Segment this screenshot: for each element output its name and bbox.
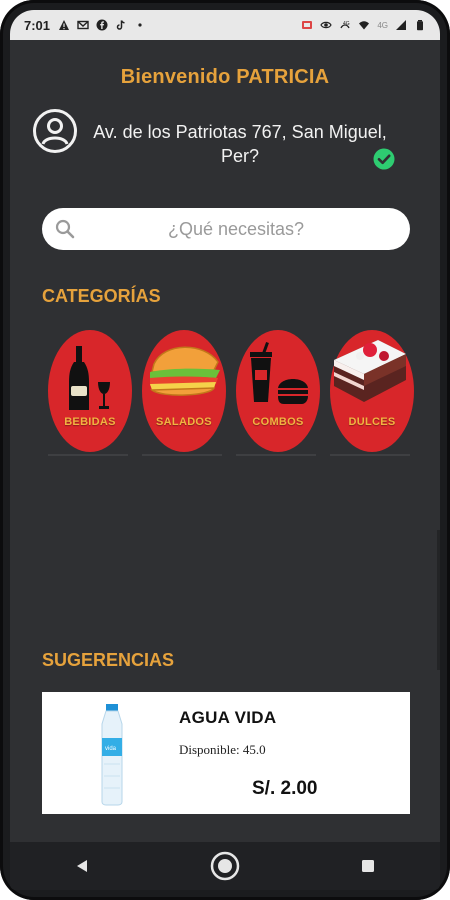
cast-icon (302, 21, 313, 29)
wifi-icon (359, 21, 370, 30)
home-button[interactable] (205, 846, 245, 886)
wine-bottle-icon (69, 346, 110, 410)
category-label: BEBIDAS (64, 416, 116, 428)
wifi-calling-icon: 4G (340, 21, 350, 29)
network-label: 4G (377, 20, 388, 30)
status-right-icons: 4G 4G (301, 19, 426, 31)
svg-text:vida: vida (105, 746, 117, 752)
product-price: S/. 2.00 (252, 778, 318, 799)
recents-button[interactable] (348, 846, 388, 886)
gmail-icon (77, 20, 89, 30)
water-bottle-image: vida (101, 704, 123, 806)
back-triangle-icon (76, 860, 87, 872)
tiktok-icon (116, 20, 125, 30)
facebook-icon (96, 19, 108, 31)
categories-list: BEBIDAS SALADOS COMBOS DULCES (42, 330, 422, 460)
category-bebidas[interactable]: BEBIDAS (48, 330, 132, 452)
status-left-icons (58, 19, 146, 31)
product-availability: Disponible: 45.0 (179, 742, 266, 757)
categories-title: CATEGORÍAS (42, 286, 161, 306)
battery-icon (417, 20, 423, 31)
warning-icon (59, 20, 70, 30)
svg-text:4G: 4G (343, 21, 350, 27)
status-bar: 7:01 4G 4G (10, 10, 440, 40)
suggestions-title: SUGERENCIAS (42, 650, 175, 670)
delivery-address[interactable]: Av. de los Patriotas 767, San Miguel, Pe… (90, 120, 390, 168)
welcome-title: Bienvenido PATRICIA (120, 66, 330, 88)
category-dulces[interactable]: DULCES (330, 330, 414, 452)
sandwich-icon (149, 346, 220, 396)
app-screen: 7:01 4G 4G Bienvenido PATRICIA Av. de lo… (10, 10, 440, 890)
category-divider (142, 454, 222, 456)
check-circle-icon (373, 148, 395, 170)
category-label: DULCES (348, 416, 396, 428)
dot-icon (138, 23, 142, 27)
navigation-bar (10, 842, 440, 890)
category-label: COMBOS (252, 416, 304, 428)
category-divider (330, 454, 410, 456)
home-circle-icon (210, 851, 240, 881)
signal-icon (396, 20, 406, 30)
category-divider (48, 454, 128, 456)
product-name: AGUA VIDA (179, 708, 277, 727)
search-icon (55, 219, 75, 239)
recents-square-icon (362, 860, 375, 872)
combo-icon (250, 342, 308, 404)
phone-frame: 7:01 4G 4G Bienvenido PATRICIA Av. de lo… (0, 0, 450, 900)
cake-icon (334, 340, 406, 402)
category-combos[interactable]: COMBOS (236, 330, 320, 452)
category-label: SALADOS (156, 416, 212, 428)
search-bar[interactable] (42, 208, 410, 250)
category-divider (236, 454, 316, 456)
scroll-indicator (437, 530, 440, 670)
user-profile-icon[interactable] (32, 108, 78, 154)
status-time: 7:01 (24, 17, 51, 33)
eye-icon (320, 21, 333, 29)
search-input[interactable] (84, 217, 388, 241)
product-card[interactable]: vida AGUA VIDA Disponible: 45.0 S/. 2.00 (42, 692, 410, 814)
category-salados[interactable]: SALADOS (142, 330, 226, 452)
back-button[interactable] (62, 846, 102, 886)
